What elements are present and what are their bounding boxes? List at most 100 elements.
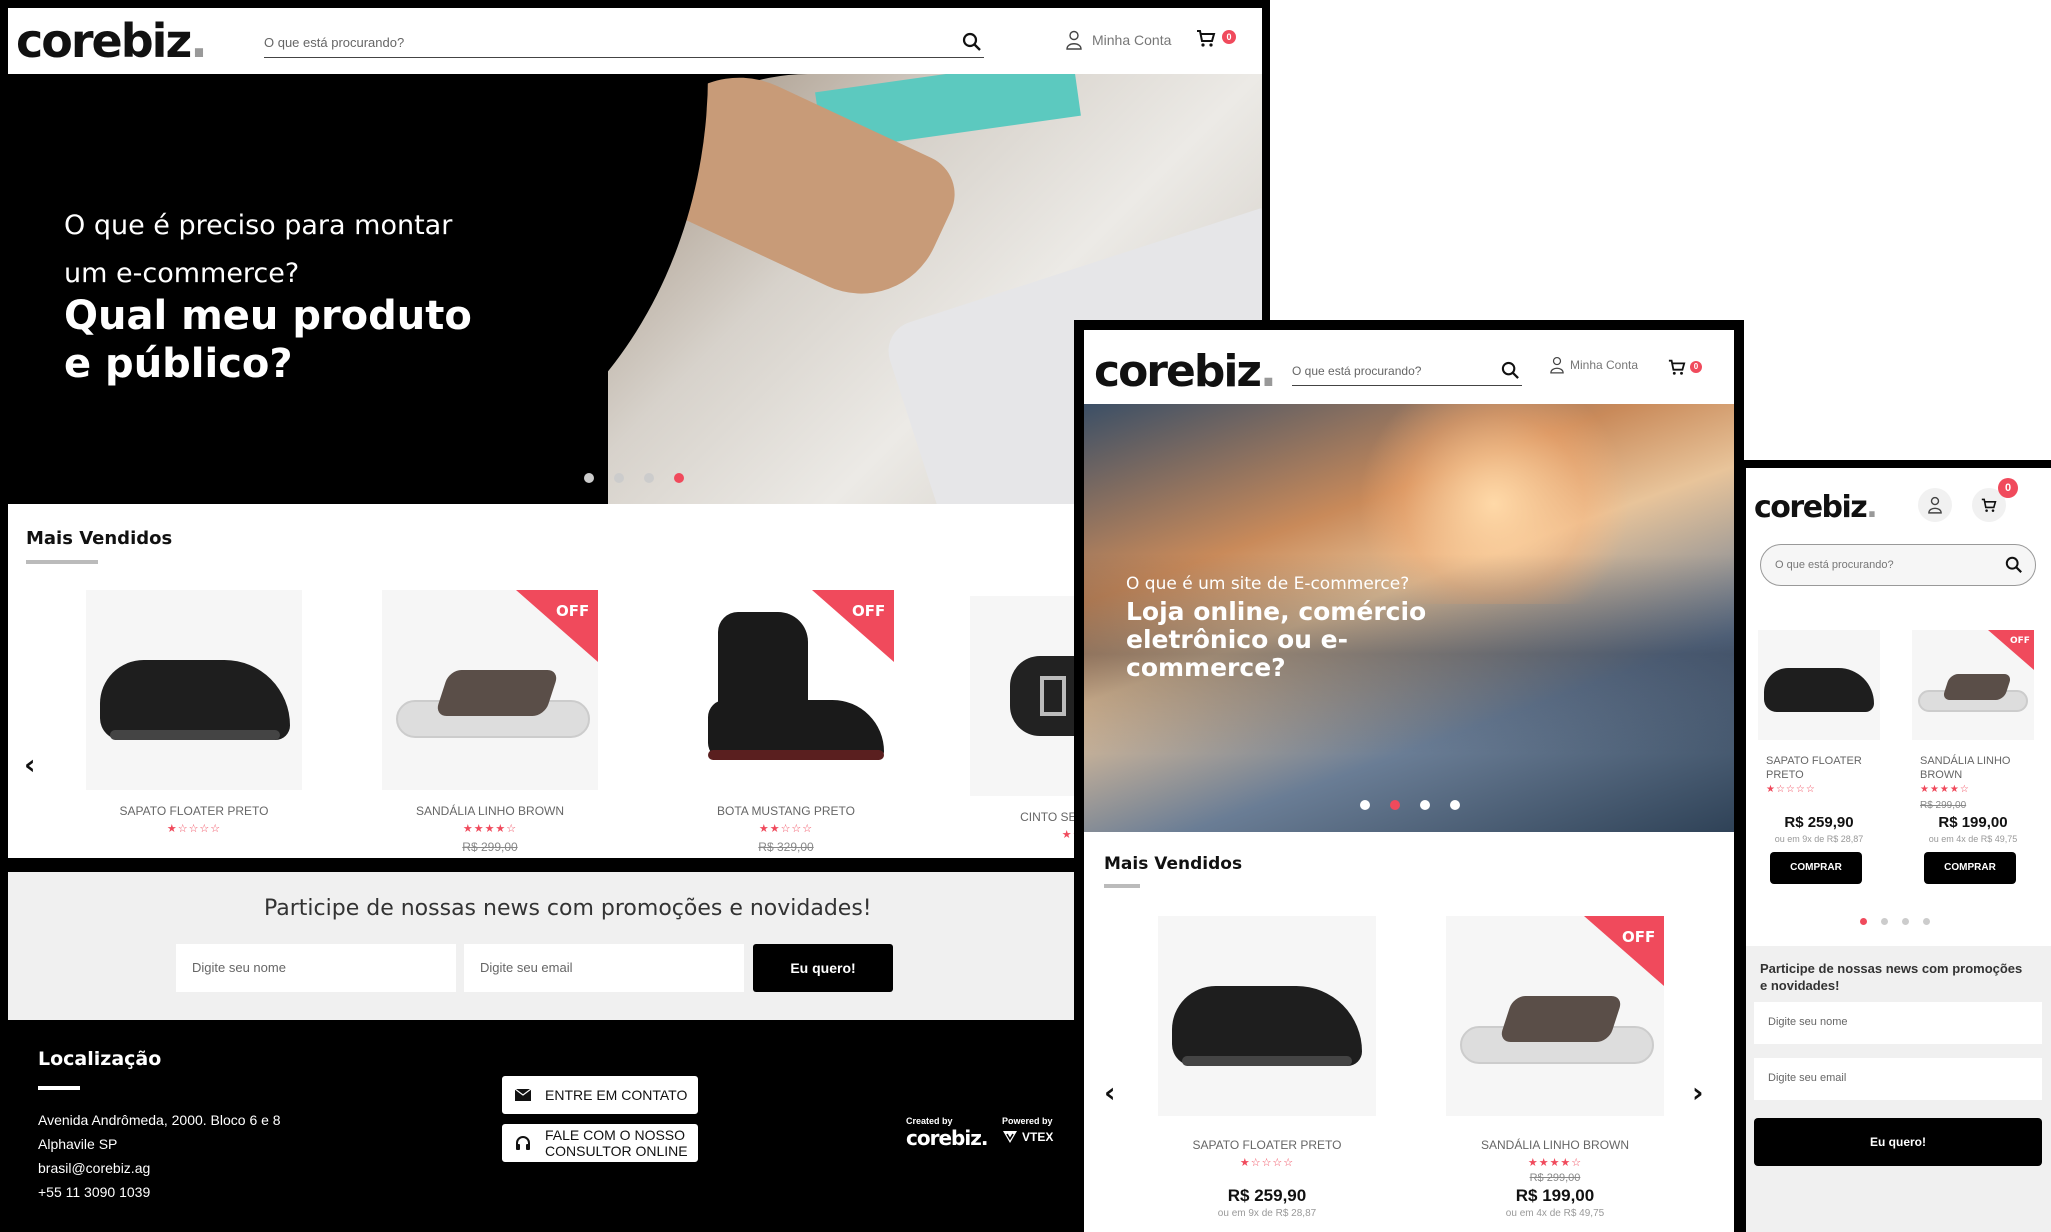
carousel-dot-4[interactable] [1923, 918, 1930, 925]
product-price: R$ 199,00 [1515, 1186, 1595, 1205]
hero-dot-3[interactable] [644, 473, 654, 483]
footer-address-1: Avenida Andrômeda, 2000. Bloco 6 e 8 [38, 1112, 281, 1128]
product-name: SANDÁLIA LINHO BROWN [1480, 1138, 1630, 1152]
search-placeholder: O que está procurando? [1292, 364, 1422, 378]
carousel-dot-1[interactable] [1860, 918, 1867, 925]
product-image [1758, 630, 1880, 740]
product-card[interactable]: SAPATO FLOATER PRETO ★☆☆☆☆ [86, 590, 302, 850]
product-card[interactable]: OFF SANDÁLIA LINHO BROWN ★★★★☆ R$ 299,00… [1446, 916, 1664, 1226]
search-icon[interactable] [1501, 361, 1520, 380]
product-name: SANDÁLIA LINHO BROWN [415, 804, 565, 818]
vtex-icon [1003, 1131, 1017, 1143]
powered-by: Powered by VTEX [1002, 1116, 1053, 1144]
carousel-next-arrow[interactable]: › [1692, 1076, 1704, 1109]
contact-button[interactable]: ENTRE EM CONTATO [502, 1076, 698, 1114]
hero-dot-4[interactable] [674, 473, 684, 483]
off-badge: OFF [516, 590, 598, 662]
search-icon[interactable] [2005, 556, 2023, 574]
product-rating: ★★☆☆☆ [758, 823, 814, 835]
product-old-price: R$ 299,00 [1920, 800, 1967, 811]
hero-dot-1[interactable] [1360, 800, 1370, 810]
off-badge: OFF [1988, 630, 2034, 670]
carousel-prev-arrow[interactable]: ‹ [24, 748, 36, 781]
account-label: Minha Conta [1092, 32, 1172, 48]
tablet-screen: corebiz. O que está procurando? Minha Co… [1084, 330, 1734, 1232]
footer-location-title: Localização [38, 1048, 162, 1070]
product-old-price: R$ 299,00 [1529, 1172, 1581, 1184]
mobile-screen: corebiz. 0 O que está procurando? SAPATO… [1746, 468, 2051, 1232]
logo[interactable]: corebiz. [1754, 490, 1878, 525]
desktop-header: corebiz. O que está procurando? Minha Co… [8, 8, 1262, 74]
hero-line-1: O que é preciso para montar [64, 210, 453, 241]
product-card[interactable]: OFF SANDÁLIA LINHO BROWN ★★★★☆ R$ 299,00 … [1912, 630, 2034, 890]
newsletter-email-field[interactable]: Digite seu email [464, 944, 744, 992]
product-image [1158, 916, 1376, 1116]
buy-button[interactable]: COMPRAR [1924, 852, 2016, 884]
cart-icon [1197, 30, 1216, 47]
hero-dot-2[interactable] [1390, 800, 1400, 810]
product-card[interactable]: OFF BOTA MUSTANG PRETO ★★☆☆☆ R$ 329,00 [678, 590, 894, 860]
carousel-dot-3[interactable] [1902, 918, 1909, 925]
consultant-button[interactable]: FALE COM O NOSSO CONSULTOR ONLINE [502, 1124, 698, 1162]
cart-button[interactable]: 0 [1196, 28, 1236, 53]
hero-dot-3[interactable] [1420, 800, 1430, 810]
newsletter-submit-button[interactable]: Eu quero! [1754, 1118, 2042, 1166]
search-input[interactable]: O que está procurando? [264, 20, 984, 58]
off-badge: OFF [1584, 916, 1664, 986]
cart-badge: 0 [1222, 30, 1236, 44]
newsletter-name-field[interactable]: Digite seu nome [1754, 1002, 2042, 1044]
account-label: Minha Conta [1570, 358, 1639, 372]
carousel-prev-arrow[interactable]: ‹ [1104, 1076, 1116, 1109]
cart-button[interactable]: 0 [1972, 478, 2018, 522]
product-installments: ou em 9x de R$ 28,87 [1217, 1208, 1317, 1219]
hero-banner: O que é um site de E-commerce? Loja onli… [1084, 404, 1734, 832]
cart-button[interactable]: 0 [1668, 358, 1702, 381]
search-icon[interactable] [962, 32, 982, 52]
mobile-frame: corebiz. 0 O que está procurando? SAPATO… [1738, 460, 2051, 1232]
section-title: Mais Vendidos [1104, 854, 1242, 888]
user-icon [1928, 496, 1942, 514]
cart-icon [1981, 498, 1997, 512]
hero-dot-4[interactable] [1450, 800, 1460, 810]
created-by-logo[interactable]: corebiz. [906, 1126, 988, 1150]
logo[interactable]: corebiz. [1094, 346, 1277, 397]
product-image [86, 590, 302, 790]
product-card[interactable]: SAPATO FLOATER PRETO ★☆☆☆☆ R$ 259,90 ou e… [1758, 630, 1880, 890]
product-old-price: R$ 329,00 [758, 840, 814, 854]
newsletter-title: Participe de nossas news com promoções e … [1760, 961, 2023, 993]
footer-phone[interactable]: +55 11 3090 1039 [38, 1184, 150, 1200]
product-rating: ★☆☆☆☆ [1766, 784, 1816, 795]
newsletter-title: Participe de nossas news com promoções e… [264, 896, 872, 921]
powered-by-logo[interactable]: VTEX [1022, 1130, 1053, 1144]
product-name: SAPATO FLOATER PRETO [1192, 1138, 1342, 1152]
product-price: R$ 259,90 [1227, 1186, 1307, 1205]
footer-email[interactable]: brasil@corebiz.ag [38, 1160, 150, 1176]
account-link[interactable]: Minha Conta [1550, 356, 1638, 374]
buy-button[interactable]: COMPRAR [1770, 852, 1862, 884]
product-card[interactable]: SAPATO FLOATER PRETO ★☆☆☆☆ R$ 259,90 ou … [1158, 916, 1376, 1226]
search-input[interactable]: O que está procurando? [1760, 544, 2036, 586]
user-icon [1066, 30, 1082, 50]
hero-headline: Qual meu produto e público? [64, 292, 472, 388]
hero-dot-1[interactable] [584, 473, 594, 483]
account-button[interactable] [1918, 488, 1952, 522]
consultant-button-label-1: FALE COM O NOSSO [545, 1127, 686, 1143]
carousel-dot-2[interactable] [1881, 918, 1888, 925]
newsletter-email-field[interactable]: Digite seu email [1754, 1058, 2042, 1100]
hero-dot-2[interactable] [614, 473, 624, 483]
product-rating: ★★★★☆ [1920, 784, 1970, 795]
hero-headline-1: Qual meu produto [64, 293, 472, 339]
logo[interactable]: corebiz. [16, 14, 208, 68]
newsletter-name-field[interactable]: Digite seu nome [176, 944, 456, 992]
product-card[interactable]: OFF SANDÁLIA LINHO BROWN ★★★★☆ R$ 299,00 [382, 590, 598, 860]
account-link[interactable]: Minha Conta [1066, 30, 1171, 50]
newsletter-submit-button[interactable]: Eu quero! [753, 944, 893, 992]
search-input[interactable]: O que está procurando? [1292, 350, 1522, 386]
cart-icon [1668, 359, 1686, 375]
product-price: R$ 259,90 [1784, 814, 1854, 831]
product-rating: ★☆☆☆☆ [166, 823, 222, 835]
newsletter-section: Participe de nossas news com promoções e … [1746, 946, 2051, 1232]
contact-button-label: ENTRE EM CONTATO [545, 1087, 688, 1103]
hero-headline-3: commerce? [1126, 653, 1286, 682]
created-by-label: Created by [906, 1116, 953, 1126]
